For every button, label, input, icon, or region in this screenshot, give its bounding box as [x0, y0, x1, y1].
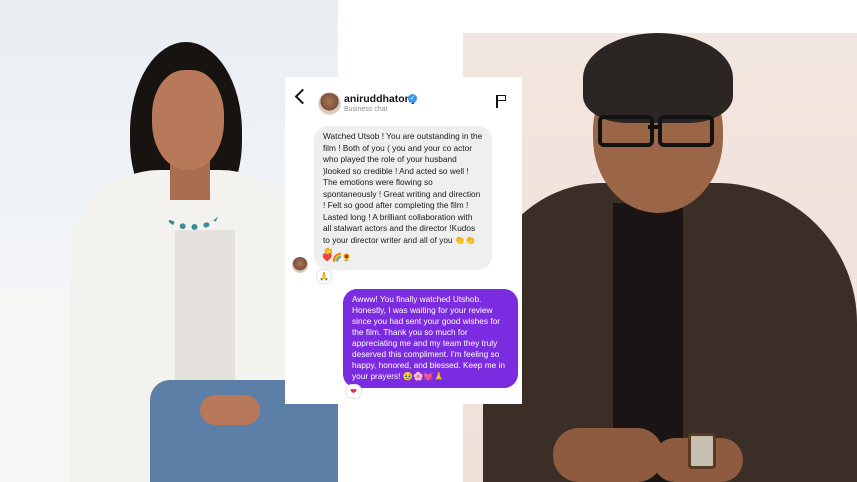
woman-necklace: [166, 200, 218, 230]
woman-face: [152, 70, 224, 170]
chevron-left-icon[interactable]: [294, 88, 311, 105]
man-hair: [583, 33, 733, 123]
verified-icon: ✓: [408, 94, 417, 103]
sender-avatar[interactable]: [292, 257, 308, 273]
header-username[interactable]: aniruddhatony: [344, 93, 417, 105]
photo-man: [463, 33, 857, 482]
incoming-reaction[interactable]: 🙏: [316, 269, 332, 284]
incoming-message[interactable]: Watched Utsob ! You are outstanding in t…: [314, 126, 492, 270]
outgoing-message[interactable]: Awww! You finally watched Utshob. Honest…: [343, 289, 518, 388]
incoming-message-text: Watched Utsob ! You are outstanding in t…: [323, 131, 483, 256]
avatar[interactable]: [318, 92, 341, 115]
outgoing-message-text: Awww! You finally watched Utshob. Honest…: [352, 294, 505, 381]
chat-header: aniruddhatony ✓ Business chat: [285, 77, 522, 117]
man-hand-left: [553, 428, 663, 482]
man-glasses: [598, 115, 718, 147]
incoming-emoji-line: ❤️🌈🌻: [322, 253, 352, 262]
woman-top: [175, 230, 235, 380]
woman-hand: [200, 395, 260, 425]
watch-icon: [688, 433, 716, 469]
flag-icon[interactable]: [496, 95, 507, 108]
chat-panel: aniruddhatony ✓ Business chat Watched Ut…: [285, 77, 522, 404]
outgoing-reaction[interactable]: ❤: [345, 384, 362, 399]
header-subtitle: Business chat: [344, 106, 388, 113]
